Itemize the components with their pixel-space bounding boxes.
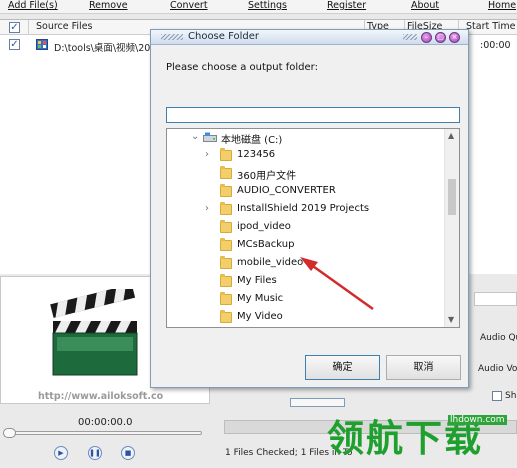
watermark-url: lhdown.com bbox=[448, 415, 507, 425]
menu-register[interactable]: Register bbox=[327, 0, 366, 11]
dialog-title: Choose Folder bbox=[188, 31, 260, 42]
tree-item-folder[interactable]: mobile_video bbox=[167, 255, 445, 272]
ok-button[interactable]: 确定 bbox=[305, 355, 380, 380]
clapperboard-icon bbox=[50, 289, 138, 376]
right-field[interactable] bbox=[474, 292, 517, 306]
maximize-icon[interactable]: □ bbox=[435, 32, 446, 43]
folder-icon bbox=[220, 184, 232, 197]
website-url[interactable]: http://www.ailoksoft.co bbox=[38, 391, 163, 402]
tree-item-folder[interactable]: My Video bbox=[167, 309, 445, 326]
tree-item-label: 360用户文件 bbox=[237, 171, 297, 182]
folder-icon bbox=[220, 274, 232, 287]
tree-item-folder[interactable]: My Music bbox=[167, 291, 445, 308]
folder-icon bbox=[220, 166, 232, 179]
tree-item-folder[interactable]: My Files bbox=[167, 273, 445, 290]
hard-drive-icon bbox=[203, 132, 217, 142]
tree-item-folder[interactable]: › InstallShield 2019 Projects bbox=[167, 201, 445, 218]
tree-item-label: 本地磁盘 (C:) bbox=[221, 135, 283, 146]
column-source-files[interactable]: Source Files bbox=[36, 21, 93, 32]
folder-icon bbox=[220, 310, 232, 323]
scrollbar-thumb[interactable] bbox=[448, 179, 456, 215]
menu-bar: Add File(s) Remove Convert Settings Regi… bbox=[0, 0, 517, 14]
tree-item-drive-c[interactable]: ⌄ 本地磁盘 (C:) bbox=[167, 129, 445, 146]
title-grip bbox=[161, 34, 183, 40]
folder-icon bbox=[220, 148, 232, 161]
tree-item-folder[interactable]: MCsBackup bbox=[167, 237, 445, 254]
tree-item-folder[interactable]: 360用户文件 bbox=[167, 165, 445, 182]
tree-scrollbar[interactable]: ▲ ▼ bbox=[444, 129, 459, 327]
tree-item-folder[interactable]: › 123456 bbox=[167, 147, 445, 164]
row-checkbox[interactable]: ✓ bbox=[9, 39, 20, 50]
chevron-right-icon[interactable]: › bbox=[205, 203, 209, 214]
menu-add-files[interactable]: Add File(s) bbox=[8, 0, 58, 11]
row-start-time: :00:00 bbox=[480, 40, 511, 51]
chevron-down-icon[interactable]: ⌄ bbox=[191, 131, 199, 142]
close-icon[interactable]: × bbox=[449, 32, 460, 43]
tree-item-label: ipod_video bbox=[237, 221, 291, 232]
folder-icon bbox=[220, 220, 232, 233]
tree-item-label: My Files bbox=[237, 275, 277, 286]
choose-folder-dialog: Choose Folder – □ × Please choose a outp… bbox=[150, 29, 469, 388]
menu-convert[interactable]: Convert bbox=[170, 0, 208, 11]
chevron-right-icon[interactable]: › bbox=[205, 149, 209, 160]
seek-handle[interactable] bbox=[3, 428, 16, 438]
menu-about[interactable]: About bbox=[411, 0, 439, 11]
tree-item-folder[interactable]: AUDIO_CONVERTER bbox=[167, 183, 445, 200]
output-field[interactable] bbox=[290, 398, 345, 407]
pause-button[interactable]: ❚❚ bbox=[88, 446, 102, 460]
folder-icon bbox=[220, 202, 232, 215]
tree-item-folder[interactable]: ipod_video bbox=[167, 219, 445, 236]
tree-item-label: mobile_video bbox=[237, 257, 304, 268]
dialog-prompt: Please choose a output folder: bbox=[166, 62, 318, 73]
scroll-up-icon[interactable]: ▲ bbox=[448, 131, 454, 140]
tree-item-label: InstallShield 2019 Projects bbox=[237, 203, 370, 214]
dialog-title-bar[interactable]: Choose Folder – □ × bbox=[151, 30, 468, 45]
menu-home[interactable]: Home bbox=[488, 0, 516, 11]
tree-item-label: AUDIO_CONVERTER bbox=[237, 185, 336, 196]
folder-icon bbox=[220, 238, 232, 251]
scroll-down-icon[interactable]: ▼ bbox=[448, 315, 454, 324]
folder-icon bbox=[220, 256, 232, 269]
audio-volume-label: Audio Vol bbox=[478, 364, 517, 374]
tree-item-label: 123456 bbox=[237, 149, 276, 160]
playback-time: 00:00:00.0 bbox=[78, 417, 133, 428]
seek-bar[interactable] bbox=[6, 431, 202, 435]
option-label: Sh bbox=[505, 391, 517, 401]
option-checkbox[interactable] bbox=[492, 391, 502, 401]
select-all-checkbox[interactable]: ✓ bbox=[9, 22, 20, 33]
folder-tree: ⌄ 本地磁盘 (C:) › 123456 360用户文件 AUDIO_CONVE… bbox=[166, 128, 460, 328]
title-grip-right bbox=[403, 34, 417, 40]
menu-settings[interactable]: Settings bbox=[248, 0, 287, 11]
tree-item-label: My Music bbox=[237, 293, 284, 304]
tree-item-label: MCsBackup bbox=[237, 239, 295, 250]
video-file-icon bbox=[36, 39, 48, 50]
tree-item-label: My Video bbox=[237, 311, 283, 322]
row-source-path: D:\tools\桌面\视频\20 bbox=[54, 43, 151, 54]
stop-button[interactable]: ■ bbox=[121, 446, 135, 460]
play-button[interactable]: ▶ bbox=[54, 446, 68, 460]
audio-quality-label: Audio Qu bbox=[480, 333, 517, 343]
column-start-time[interactable]: Start Time bbox=[466, 21, 515, 32]
minimize-icon[interactable]: – bbox=[421, 32, 432, 43]
folder-icon bbox=[220, 292, 232, 305]
menu-remove[interactable]: Remove bbox=[89, 0, 128, 11]
cancel-button[interactable]: 取消 bbox=[386, 355, 461, 380]
folder-path-input[interactable] bbox=[166, 107, 460, 123]
